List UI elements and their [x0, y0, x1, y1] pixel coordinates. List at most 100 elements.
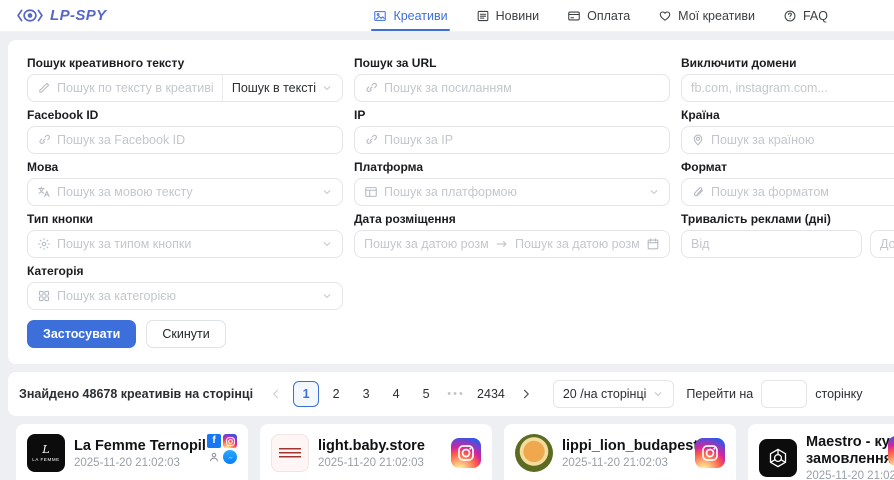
card-title: light.baby.store [318, 438, 442, 455]
instagram-icon[interactable] [888, 436, 894, 466]
duration-to-input[interactable] [880, 237, 894, 251]
chevron-right-icon [520, 388, 532, 400]
creative-cards: L LA FEMME La Femme Ternopil 2025-11-20 … [16, 424, 894, 480]
button-type-input[interactable] [57, 237, 315, 251]
link-icon [364, 133, 378, 147]
avatar [515, 434, 553, 472]
field-label: Пошук за URL [354, 56, 670, 70]
goto-page: Перейти на сторінку [686, 380, 862, 408]
goto-page-input[interactable] [761, 380, 807, 408]
page-button-3[interactable]: 3 [353, 381, 379, 407]
duration-from-box [681, 230, 862, 258]
results-bar: Знайдено 48678 креативів на сторінці 1 2… [8, 372, 894, 416]
field-label: Виключити домени [681, 56, 894, 70]
language-input[interactable] [57, 185, 315, 199]
avatar: L LA FEMME [27, 434, 65, 472]
card-title: La Femme Ternopil [74, 438, 198, 455]
page-size-label: 20 /на сторінці [563, 387, 647, 401]
format-input[interactable] [711, 185, 894, 199]
card-title-line-2: замовлення в Ужго [806, 451, 894, 468]
avatar [271, 434, 309, 472]
filter-facebook-id: Facebook ID [27, 108, 343, 154]
creative-card: Maestro - кухні, ме замовлення в Ужго 20… [748, 424, 894, 480]
card-date: 2025-11-20 21:02:03 [74, 457, 198, 469]
nav-tab-label: Креативи [393, 9, 447, 23]
facebook-id-box [27, 126, 343, 154]
chevron-down-icon [648, 186, 660, 198]
card-text: La Femme Ternopil 2025-11-20 21:02:03 [74, 438, 198, 469]
nav-tab-label: Мої креативи [678, 9, 755, 23]
page-button-2[interactable]: 2 [323, 381, 349, 407]
nav-tab-news[interactable]: Новини [476, 0, 540, 31]
nav-tab-label: Новини [496, 9, 540, 23]
logo-text: LP-SPY [50, 7, 107, 24]
page-button-last[interactable]: 2434 [473, 381, 509, 407]
country-input[interactable] [711, 133, 894, 147]
text-search-mode-select[interactable]: Пошук в тексті [222, 75, 342, 101]
filter-button-type: Тип кнопки [27, 212, 343, 258]
goto-suffix-label: сторінку [815, 387, 862, 401]
logo[interactable]: LP-SPY [16, 7, 107, 24]
messenger-icon [223, 450, 237, 464]
date-range-picker[interactable] [354, 230, 670, 258]
url-input[interactable] [384, 81, 660, 95]
date-from-input[interactable] [364, 237, 489, 251]
chevron-left-icon [270, 388, 282, 400]
field-label: Тип кнопки [27, 212, 343, 226]
category-input[interactable] [57, 289, 315, 303]
creative-card: lippi_lion_budapest 2025-11-20 21:02:03 … [504, 424, 736, 480]
instagram-icon[interactable] [695, 438, 725, 468]
facebook-icon: f [207, 434, 221, 448]
platform-input[interactable] [384, 185, 642, 199]
card-text: lippi_lion_budapest 2025-11-20 21:02:03 [562, 438, 686, 469]
field-label: IP [354, 108, 670, 122]
translate-icon [37, 185, 51, 199]
page-ellipsis[interactable]: ••• [443, 388, 469, 400]
field-label: Дата розміщення [354, 212, 670, 226]
next-page-button[interactable] [513, 381, 539, 407]
url-box [354, 74, 670, 102]
nav-tab-payment[interactable]: Оплата [567, 0, 630, 31]
credit-card-icon [567, 9, 581, 23]
platform-select[interactable] [354, 178, 670, 206]
filter-buttons: Застосувати Скинути [27, 320, 894, 348]
image-icon [373, 9, 387, 23]
instagram-icon[interactable] [451, 438, 481, 468]
ip-input[interactable] [384, 133, 660, 147]
top-bar: LP-SPY Креативи Новини Оплата Мої креати… [0, 0, 894, 32]
prev-page-button[interactable] [263, 381, 289, 407]
exclude-domains-input[interactable] [691, 81, 894, 95]
filter-duration: Тривалість реклами (дні) [681, 212, 894, 258]
avatar-monogram: L [42, 444, 49, 455]
filter-country: Країна [681, 108, 894, 154]
chevron-down-icon [321, 238, 333, 250]
page-button-5[interactable]: 5 [413, 381, 439, 407]
card-title-line-1: Maestro - кухні, ме [806, 434, 894, 451]
avatar-text: LA FEMME [32, 457, 60, 462]
card-text: Maestro - кухні, ме замовлення в Ужго 20… [806, 434, 894, 480]
button-type-select[interactable] [27, 230, 343, 258]
category-select[interactable] [27, 282, 343, 310]
field-label: Мова [27, 160, 343, 174]
nav-tab-faq[interactable]: FAQ [783, 0, 828, 31]
facebook-id-input[interactable] [57, 133, 333, 147]
apply-button[interactable]: Застосувати [27, 320, 136, 348]
nav-tab-my-creatives[interactable]: Мої креативи [658, 0, 755, 31]
page-button-1[interactable]: 1 [293, 381, 319, 407]
reset-button[interactable]: Скинути [146, 320, 225, 348]
link-icon [364, 81, 378, 95]
filter-language: Мова [27, 160, 343, 206]
filter-format: Формат [681, 160, 894, 206]
arrow-right-icon [495, 237, 509, 251]
date-to-input[interactable] [515, 237, 640, 251]
duration-to-box [870, 230, 894, 258]
language-select[interactable] [27, 178, 343, 206]
nav-tab-creatives[interactable]: Креативи [373, 0, 447, 31]
card-date: 2025-11-20 21:02:03 [562, 457, 686, 469]
avatar-logo [279, 448, 301, 459]
creative-text-input[interactable] [57, 81, 213, 95]
page-size-select[interactable]: 20 /на сторінці [553, 380, 675, 408]
duration-from-input[interactable] [691, 237, 852, 251]
card-date: 2025-11-20 21:02:03 [318, 457, 442, 469]
page-button-4[interactable]: 4 [383, 381, 409, 407]
